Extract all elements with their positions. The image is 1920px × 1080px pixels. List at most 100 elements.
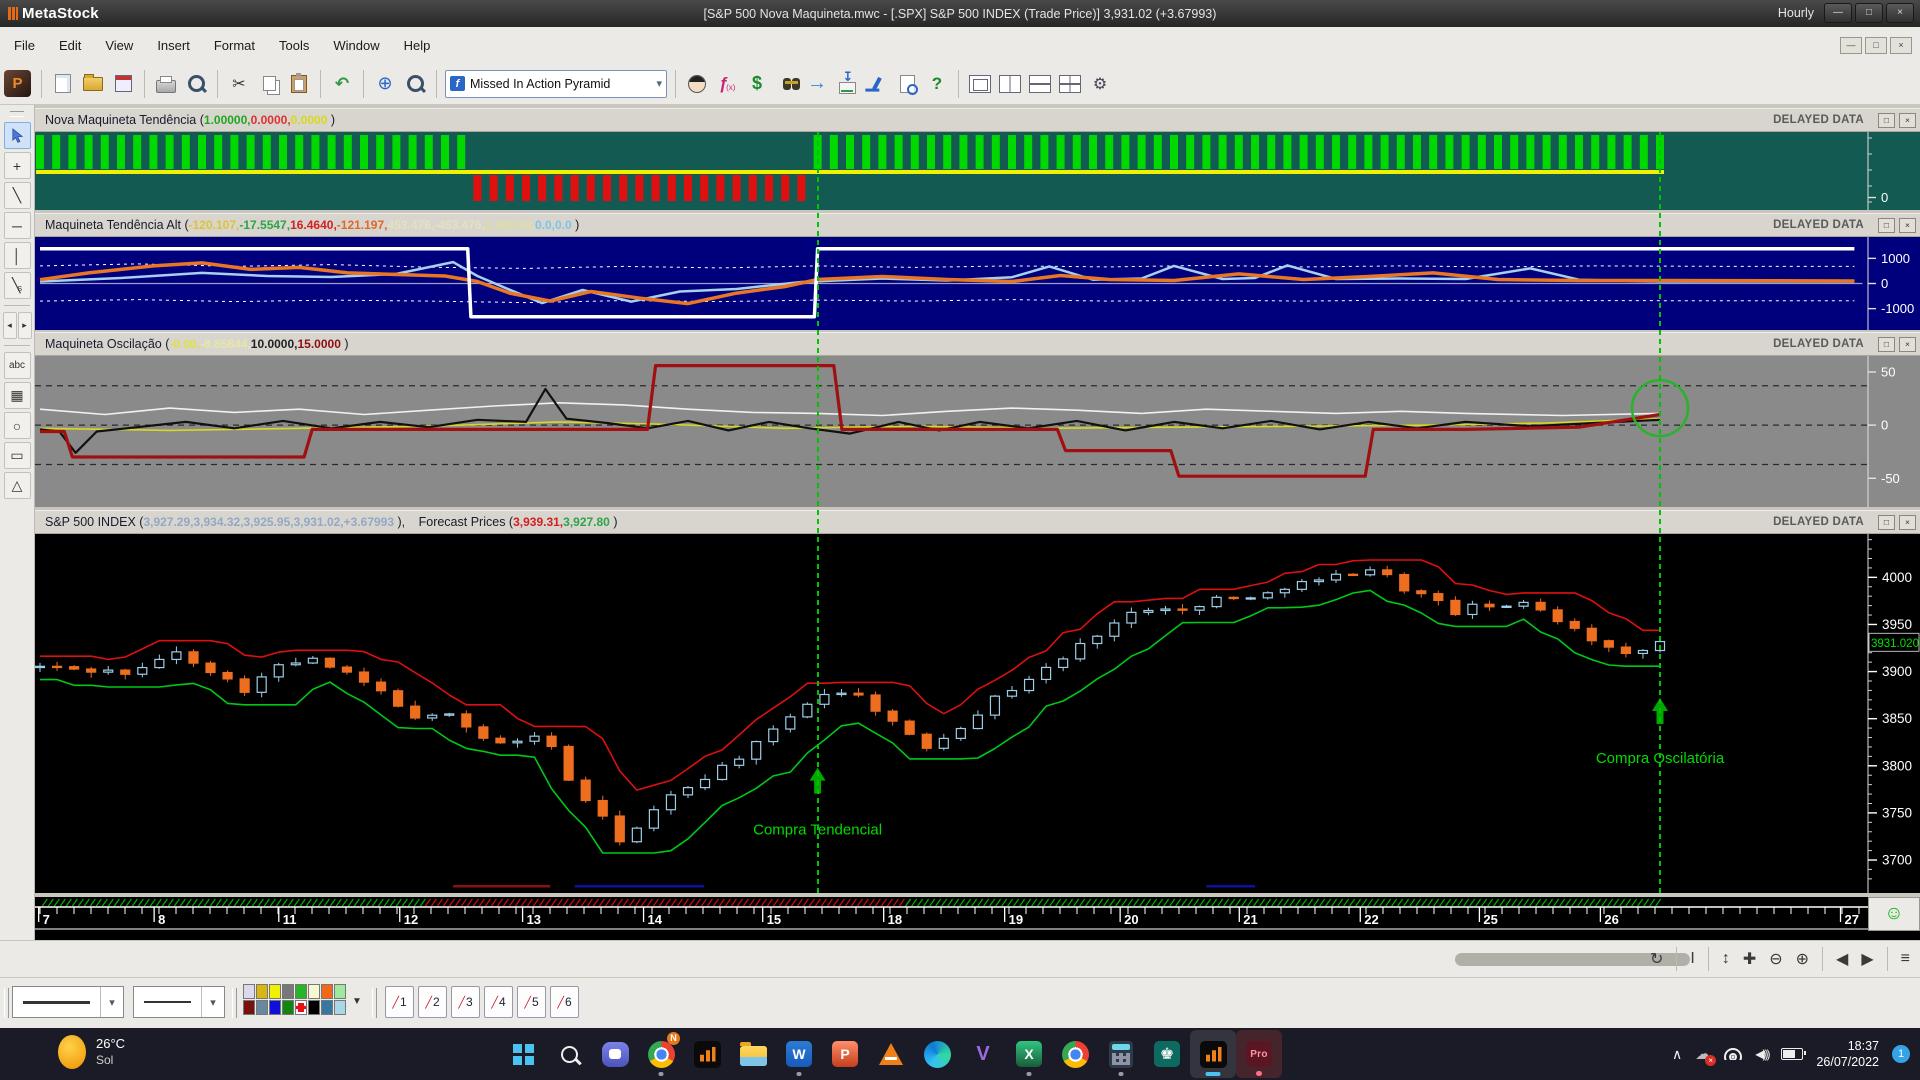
taskbar-chat[interactable]	[592, 1030, 638, 1078]
color-swatch[interactable]	[308, 1000, 320, 1015]
close-pane-button-p1[interactable]: ×	[1899, 112, 1916, 128]
ellipse-tool[interactable]: ○	[3, 412, 31, 439]
grid-tool[interactable]: ▦	[3, 382, 31, 409]
taskbar-calculator[interactable]	[1098, 1030, 1144, 1078]
menu-insert[interactable]: Insert	[147, 34, 200, 57]
panel-plot-p1[interactable]: 0	[35, 132, 1920, 210]
favorite-chart-2[interactable]: ╱ 2	[418, 986, 447, 1018]
line-weight-dropdown[interactable]: ▾	[133, 986, 225, 1018]
cascade-button[interactable]	[967, 71, 993, 97]
favorite-chart-6[interactable]: ╱ 6	[550, 986, 579, 1018]
taskbar-metastock[interactable]	[684, 1030, 730, 1078]
zoom-in-button[interactable]: ⊕	[1796, 949, 1809, 969]
print-preview-button[interactable]	[183, 71, 209, 97]
wifi-icon[interactable]	[1724, 1048, 1743, 1060]
zoom-button[interactable]	[402, 71, 428, 97]
rectangle-tool[interactable]: ▭	[3, 442, 31, 469]
move-chart-button[interactable]: ✚	[1743, 949, 1756, 969]
new-chart-button[interactable]	[50, 71, 76, 97]
indicator-builder-button[interactable]: ƒ (x)	[714, 71, 740, 97]
battery-icon[interactable]	[1781, 1048, 1807, 1060]
taskbar-chess[interactable]: ♚	[1144, 1030, 1190, 1078]
save-button[interactable]	[110, 71, 136, 97]
menu-edit[interactable]: Edit	[49, 34, 91, 57]
taskbar-start[interactable]	[500, 1030, 546, 1078]
maximize-pane-button-p4[interactable]: □	[1878, 514, 1895, 530]
tray-expand-icon[interactable]: ∧	[1672, 1046, 1682, 1063]
page-prev-button[interactable]: ◀	[1836, 949, 1848, 969]
color-swatch[interactable]	[269, 984, 281, 999]
menu-format[interactable]: Format	[204, 34, 265, 57]
downloader-button[interactable]	[834, 69, 860, 97]
color-swatch[interactable]	[334, 1000, 346, 1015]
favorite-chart-1[interactable]: ╱ 1	[385, 986, 414, 1018]
mdi-restore-button[interactable]: □	[1865, 36, 1887, 54]
scroll-left[interactable]: ◂	[2, 312, 17, 339]
scan-report-button[interactable]	[894, 71, 920, 97]
onedrive-icon[interactable]: ☁ ×	[1695, 1044, 1717, 1066]
weather-widget[interactable]: 26°C Sol	[58, 1035, 125, 1069]
maximize-pane-button-p3[interactable]: □	[1878, 336, 1895, 352]
vertical-scale-button[interactable]: ↕	[1722, 950, 1730, 968]
copy-button[interactable]	[256, 71, 282, 97]
mdi-minimize-button[interactable]: —	[1840, 36, 1862, 54]
cut-button[interactable]: ✂	[226, 71, 252, 97]
undo-button[interactable]: ↶	[329, 71, 355, 97]
toolbar-grip[interactable]	[372, 988, 377, 1018]
notification-badge[interactable]: 1	[1892, 1045, 1910, 1063]
taskbar-explorer[interactable]	[730, 1030, 776, 1078]
explorer-button[interactable]	[774, 71, 800, 97]
color-swatch[interactable]	[308, 984, 320, 999]
system-tester-button[interactable]	[864, 71, 890, 97]
color-swatch[interactable]	[334, 984, 346, 999]
mdi-close-button[interactable]: ×	[1890, 36, 1912, 54]
favorite-chart-5[interactable]: ╱ 5	[517, 986, 546, 1018]
close-button[interactable]: ×	[1886, 3, 1914, 23]
print-button[interactable]	[153, 71, 179, 97]
maximize-pane-button-p1[interactable]: □	[1878, 112, 1895, 128]
minimize-button[interactable]: —	[1824, 3, 1852, 23]
expert-dropdown[interactable]: f Missed In Action Pyramid ▾	[445, 69, 667, 98]
color-swatch[interactable]	[256, 984, 268, 999]
options-button[interactable]: ⚙	[1087, 71, 1113, 97]
toolbar-grip[interactable]	[4, 988, 9, 1018]
taskbar-powerpoint[interactable]: P	[822, 1030, 868, 1078]
menu-tools[interactable]: Tools	[269, 34, 319, 57]
color-swatch[interactable]	[269, 1000, 281, 1015]
taskbar-vlc[interactable]	[868, 1030, 914, 1078]
taskbar-excel[interactable]: X	[1006, 1030, 1052, 1078]
maximize-pane-button-p2[interactable]: □	[1878, 217, 1895, 233]
vertical-line-tool[interactable]: │	[3, 242, 31, 269]
toolbar-grip[interactable]	[10, 111, 24, 117]
menu-view[interactable]: View	[95, 34, 143, 57]
dollar-button[interactable]: $	[744, 71, 770, 97]
color-swatch[interactable]	[282, 1000, 294, 1015]
text-tool[interactable]: abc	[3, 352, 31, 379]
date-axis[interactable]: 7 8 11 12 13 14 15 18 19 20 21 22 25 26 27	[35, 897, 1920, 940]
color-swatch[interactable]	[295, 984, 307, 999]
scroll-right[interactable]: ▸	[17, 312, 32, 339]
toolbar-grip[interactable]	[232, 988, 237, 1018]
close-pane-button-p4[interactable]: ×	[1899, 514, 1916, 530]
line-style-dropdown[interactable]: ▾	[12, 986, 124, 1018]
color-swatch[interactable]	[321, 1000, 333, 1015]
open-button[interactable]	[80, 71, 106, 97]
taskbar-pro[interactable]: Pro	[1236, 1030, 1282, 1078]
taskbar-metastock-active[interactable]	[1190, 1030, 1236, 1078]
crosshair-button[interactable]: ⊕	[372, 71, 398, 97]
tile-horizontal-button[interactable]	[1027, 71, 1053, 97]
color-swatch[interactable]	[295, 1000, 307, 1015]
maximize-button[interactable]: □	[1855, 3, 1883, 23]
color-swatch[interactable]	[243, 1000, 255, 1015]
color-swatch[interactable]	[243, 984, 255, 999]
tile-vertical-button[interactable]	[997, 71, 1023, 97]
palette-dropdown-arrow[interactable]: ▼	[352, 996, 362, 1007]
page-next-button[interactable]: ▶	[1861, 949, 1873, 969]
panel-plot-p2[interactable]: 1000 0 -1000	[35, 237, 1920, 330]
color-swatch[interactable]	[282, 984, 294, 999]
panel-plot-p3[interactable]: 50 0 -50	[35, 356, 1920, 507]
panel-plot-p4[interactable]: Compra TendencialCompra Oscilatória40003…	[35, 534, 1920, 893]
close-pane-button-p2[interactable]: ×	[1899, 217, 1916, 233]
taskbar-clock[interactable]: 18:37 26/07/2022	[1816, 1038, 1879, 1071]
crosshair-tool[interactable]: +	[3, 152, 31, 179]
